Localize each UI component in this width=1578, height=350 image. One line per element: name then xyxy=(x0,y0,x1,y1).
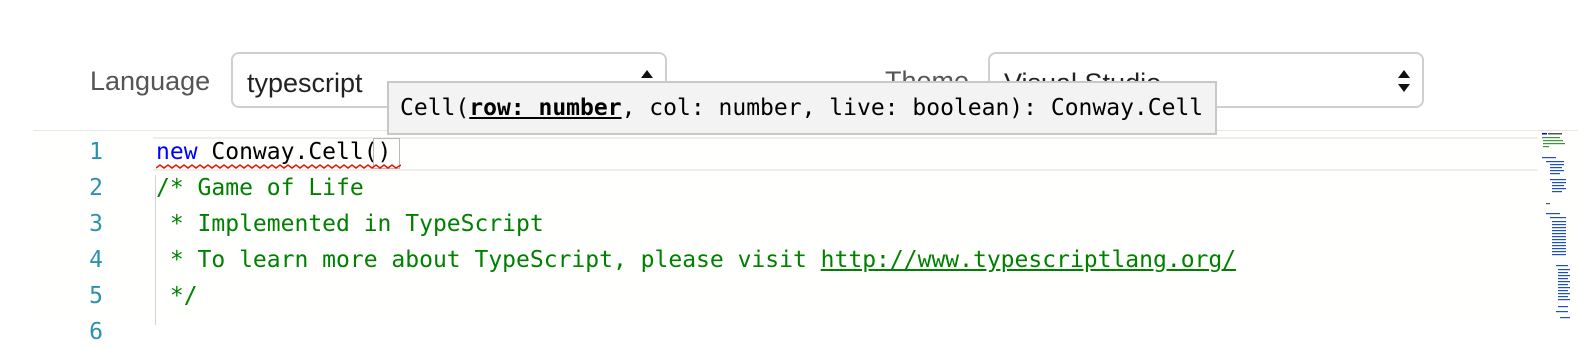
hint-signature-prefix: Cell( xyxy=(400,95,470,121)
code-line-5[interactable]: */ xyxy=(156,278,198,314)
keyword-token: new xyxy=(156,139,198,165)
code-token: Conway.Cell() xyxy=(197,139,392,165)
code-line-2[interactable]: /* Game of Life xyxy=(156,170,364,206)
language-label: Language xyxy=(90,66,211,96)
line-number: 2 xyxy=(89,175,103,201)
line-number: 6 xyxy=(89,319,103,345)
hint-signature-suffix: , col: number, live: boolean): Conway.Ce… xyxy=(621,95,1204,121)
code-line-3[interactable]: * Implemented in TypeScript xyxy=(156,206,544,242)
parameter-hint-tooltip: Cell(row: number, col: number, live: boo… xyxy=(387,81,1218,135)
hint-active-parameter: row: number xyxy=(469,95,622,121)
comment-token: * To learn more about TypeScript, please… xyxy=(156,247,821,273)
code-editor[interactable]: 1 2 3 4 5 6 new Conway.Cell() /* Game of… xyxy=(33,130,1578,345)
line-number: 3 xyxy=(89,211,103,237)
line-number: 1 xyxy=(89,139,103,165)
code-line-4[interactable]: * To learn more about TypeScript, please… xyxy=(156,242,1236,278)
minimap[interactable] xyxy=(1538,131,1578,325)
line-number: 5 xyxy=(89,283,103,309)
line-number: 4 xyxy=(89,247,103,273)
url-link[interactable]: http://www.typescriptlang.org/ xyxy=(821,247,1236,273)
select-arrows-icon xyxy=(1398,70,1410,92)
language-select-value: typescript xyxy=(247,68,363,98)
